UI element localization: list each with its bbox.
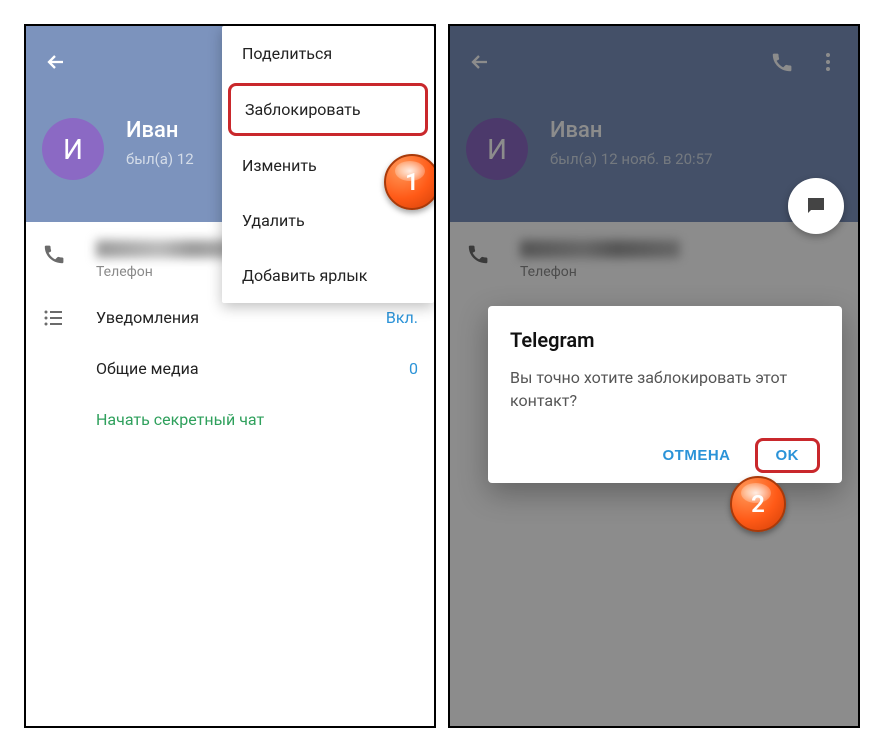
list-icon (42, 306, 66, 330)
dialog-title: Telegram (510, 328, 820, 352)
dialog-actions: ОТМЕНА OK (510, 438, 820, 473)
avatar[interactable]: И (42, 118, 104, 180)
dialog-message: Вы точно хотите заблокировать этот конта… (510, 366, 820, 412)
badge-number: 1 (405, 168, 419, 196)
phone-icon (42, 242, 66, 266)
confirm-dialog: Telegram Вы точно хотите заблокировать э… (488, 306, 842, 483)
badge-number: 2 (751, 490, 765, 518)
cancel-button[interactable]: ОТМЕНА (649, 439, 745, 472)
message-fab[interactable] (788, 178, 844, 234)
contact-name: Иван (126, 118, 178, 143)
back-arrow-icon[interactable] (44, 50, 68, 74)
last-seen-status: был(а) 12 (126, 150, 194, 168)
screen-right: И Иван был(а) 12 нояб. в 20:57 Телефон T… (448, 24, 860, 728)
notifications-label: Уведомления (96, 308, 199, 327)
start-secret-chat[interactable]: Начать секретный чат (26, 394, 434, 445)
screen-left: И Иван был(а) 12 Телефон Уведомления Вкл… (24, 24, 436, 728)
avatar-initial: И (63, 133, 83, 166)
shared-media-value: 0 (409, 359, 418, 378)
step-badge-2: 2 (730, 476, 786, 532)
notifications-value: Вкл. (386, 308, 418, 327)
step-badge-1: 1 (384, 154, 436, 210)
shared-media-row[interactable]: Общие медиа 0 (26, 343, 434, 394)
menu-item-block[interactable]: Заблокировать (228, 83, 428, 136)
tutorial-container: И Иван был(а) 12 Телефон Уведомления Вкл… (0, 0, 884, 752)
menu-item-share[interactable]: Поделиться (222, 26, 434, 81)
chat-icon (804, 194, 828, 218)
menu-item-add-shortcut[interactable]: Добавить ярлык (222, 248, 434, 303)
ok-button[interactable]: OK (755, 438, 821, 473)
shared-media-label: Общие медиа (96, 359, 199, 378)
